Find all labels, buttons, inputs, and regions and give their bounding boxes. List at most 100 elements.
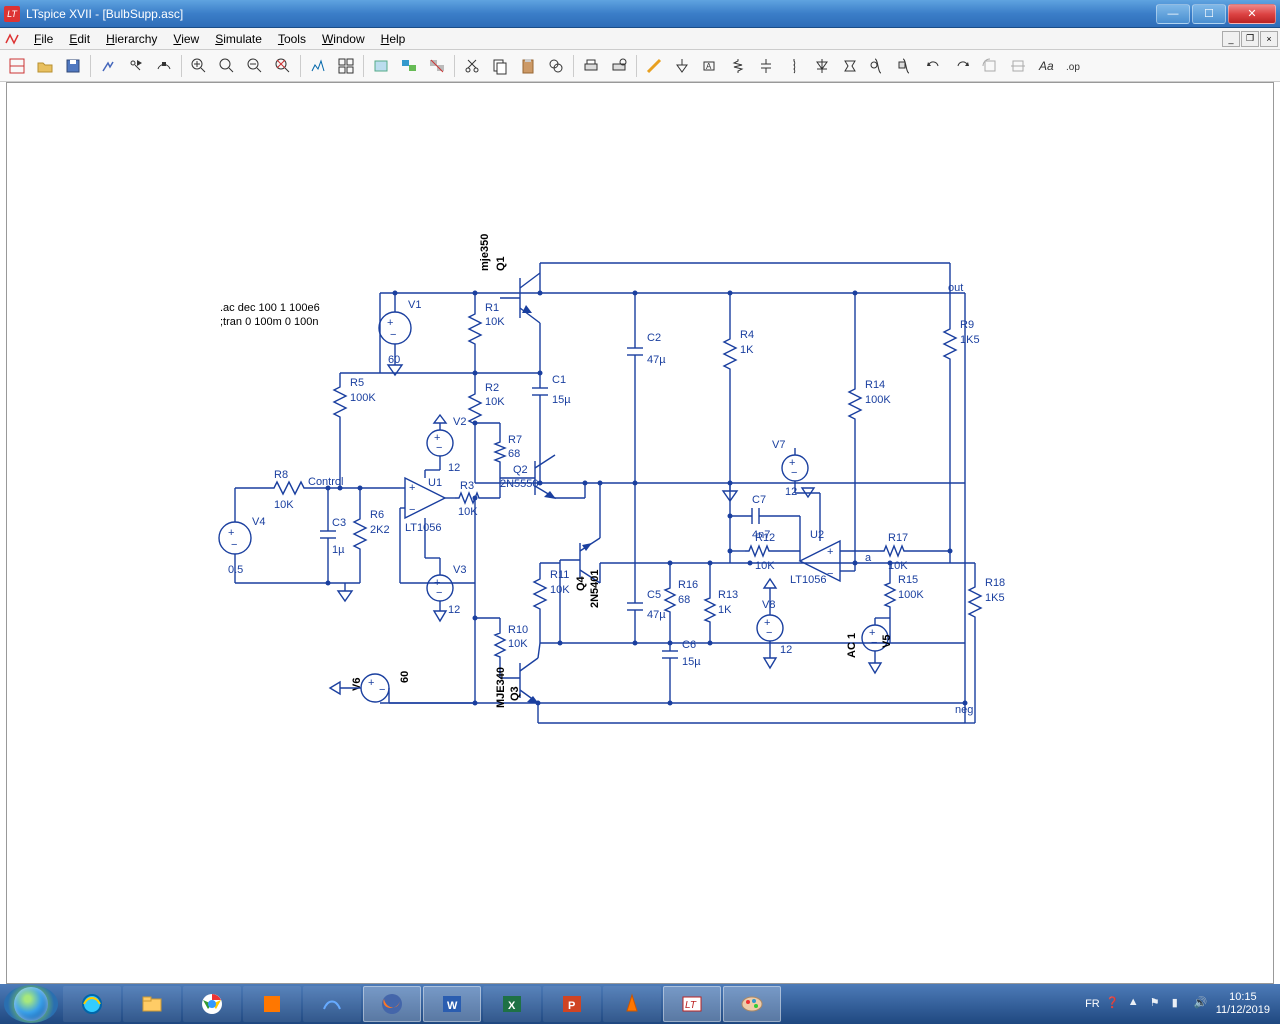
pan-button[interactable] — [214, 53, 240, 79]
mdi-minimize-button[interactable]: _ — [1222, 31, 1240, 47]
component-r14[interactable]: R14 100K — [849, 379, 891, 425]
menu-file[interactable]: File — [26, 29, 61, 49]
schematic-canvas[interactable]: .ac dec 100 1 100e6 ;tran 0 100m 0 100n … — [6, 82, 1274, 984]
tray-clock[interactable]: 10:15 11/12/2019 — [1216, 991, 1270, 1017]
taskbar-ie[interactable] — [63, 986, 121, 1022]
ground-left[interactable] — [338, 583, 352, 601]
add-trace-button[interactable] — [396, 53, 422, 79]
zoom-in-button[interactable] — [186, 53, 212, 79]
component-v5[interactable]: +− V5 AC 1 — [846, 625, 893, 658]
net-neg[interactable]: neg — [955, 704, 973, 716]
place-text-button[interactable]: Aa — [1033, 53, 1059, 79]
mdi-restore-button[interactable]: ❐ — [1241, 31, 1259, 47]
window-close-button[interactable]: ✕ — [1228, 4, 1276, 24]
open-button[interactable] — [32, 53, 58, 79]
component-r7[interactable]: R7 68 — [495, 434, 522, 466]
autorange-button[interactable] — [305, 53, 331, 79]
component-r5[interactable]: R5 100K — [334, 377, 376, 423]
taskbar-paint[interactable] — [723, 986, 781, 1022]
taskbar-vlc[interactable] — [603, 986, 661, 1022]
print-setup-button[interactable] — [606, 53, 632, 79]
save-button[interactable] — [60, 53, 86, 79]
mirror-button[interactable] — [1005, 53, 1031, 79]
ground-v5[interactable] — [869, 663, 881, 673]
component-r1[interactable]: R1 10K — [469, 302, 505, 350]
component-r10[interactable]: R10 10K — [495, 624, 528, 662]
network-icon[interactable]: ▮ — [1172, 996, 1188, 1012]
window-maximize-button[interactable]: ☐ — [1192, 4, 1226, 24]
taskbar-powerpoint[interactable]: P — [543, 986, 601, 1022]
taskbar-app2[interactable] — [303, 986, 361, 1022]
volume-icon[interactable]: 🔊 — [1194, 996, 1210, 1012]
copy-button[interactable] — [487, 53, 513, 79]
component-v3[interactable]: +− V3 12 — [427, 564, 466, 616]
net-out[interactable]: out — [948, 282, 963, 294]
help-icon[interactable]: ❓ — [1106, 996, 1122, 1012]
component-v6[interactable]: +− V6 60 — [351, 671, 411, 702]
component-c5[interactable]: C5 47µ — [627, 589, 666, 621]
component-v2[interactable]: +− V2 12 — [427, 416, 466, 474]
component-r6[interactable]: R6 2K2 — [354, 509, 390, 555]
component-r8[interactable]: R8 10K — [268, 469, 310, 511]
component-u2[interactable]: +− U2 LT1056 — [790, 529, 840, 586]
label-net-button[interactable]: A — [697, 53, 723, 79]
halt-button[interactable] — [151, 53, 177, 79]
ground-button[interactable] — [669, 53, 695, 79]
ground-v6[interactable] — [330, 682, 340, 694]
delete-trace-button[interactable] — [424, 53, 450, 79]
component-v4[interactable]: +− V4 0.5 — [219, 516, 265, 576]
component-q2[interactable]: Q2 2N5550 — [500, 455, 556, 499]
net-a[interactable]: a — [865, 552, 872, 564]
mdi-child-icon[interactable] — [4, 31, 20, 47]
component-c3[interactable]: C3 1µ — [320, 517, 346, 556]
start-button[interactable] — [4, 985, 58, 1023]
component-r18[interactable]: R18 1K5 — [969, 577, 1005, 623]
rotate-button[interactable] — [977, 53, 1003, 79]
resistor-button[interactable] — [725, 53, 751, 79]
inductor-button[interactable] — [781, 53, 807, 79]
directive-tran[interactable]: ;tran 0 100m 0 100n — [220, 316, 318, 328]
control-panel-button[interactable] — [95, 53, 121, 79]
component-button[interactable] — [837, 53, 863, 79]
tray-lang[interactable]: FR — [1085, 998, 1100, 1010]
menu-help[interactable]: Help — [373, 29, 414, 49]
drag-button[interactable] — [893, 53, 919, 79]
menu-hierarchy[interactable]: Hierarchy — [98, 29, 165, 49]
component-r12[interactable]: R12 10K — [745, 532, 775, 572]
menu-tools[interactable]: Tools — [270, 29, 314, 49]
window-minimize-button[interactable]: — — [1156, 4, 1190, 24]
component-r9[interactable]: R9 1K5 — [944, 319, 980, 365]
component-r11[interactable]: R11 10K — [534, 569, 570, 615]
component-q3[interactable]: MJE340 Q3 — [495, 658, 539, 708]
component-r4[interactable]: R4 1K — [724, 329, 754, 375]
move-button[interactable] — [865, 53, 891, 79]
ground-v8[interactable] — [764, 579, 776, 588]
menu-simulate[interactable]: Simulate — [207, 29, 270, 49]
net-control[interactable]: Control — [308, 476, 343, 488]
component-r17[interactable]: R17 10K — [880, 532, 908, 572]
run-button[interactable] — [123, 53, 149, 79]
zoom-fit-button[interactable] — [270, 53, 296, 79]
component-r3[interactable]: R3 10K — [455, 480, 483, 518]
capacitor-button[interactable] — [753, 53, 779, 79]
print-button[interactable] — [578, 53, 604, 79]
directive-ac[interactable]: .ac dec 100 1 100e6 — [220, 302, 320, 314]
find-button[interactable] — [543, 53, 569, 79]
taskbar-explorer[interactable] — [123, 986, 181, 1022]
spice-directive-button[interactable]: .op — [1061, 53, 1087, 79]
component-c1[interactable]: C1 15µ — [532, 374, 571, 406]
component-r15[interactable]: R15 100K — [885, 574, 924, 612]
component-q4[interactable]: Q4 2N5401 — [575, 538, 601, 608]
wire-button[interactable] — [641, 53, 667, 79]
taskbar-excel[interactable]: X — [483, 986, 541, 1022]
pick-visible-button[interactable] — [368, 53, 394, 79]
component-v8[interactable]: +− V8 12 — [757, 599, 792, 656]
menu-window[interactable]: Window — [314, 29, 373, 49]
menu-edit[interactable]: Edit — [61, 29, 98, 49]
tray-arrow-icon[interactable]: ▲ — [1128, 996, 1144, 1012]
new-schematic-button[interactable] — [4, 53, 30, 79]
undo-button[interactable] — [921, 53, 947, 79]
mdi-close-button[interactable]: × — [1260, 31, 1278, 47]
diode-button[interactable] — [809, 53, 835, 79]
ground-v8b[interactable] — [764, 658, 776, 668]
